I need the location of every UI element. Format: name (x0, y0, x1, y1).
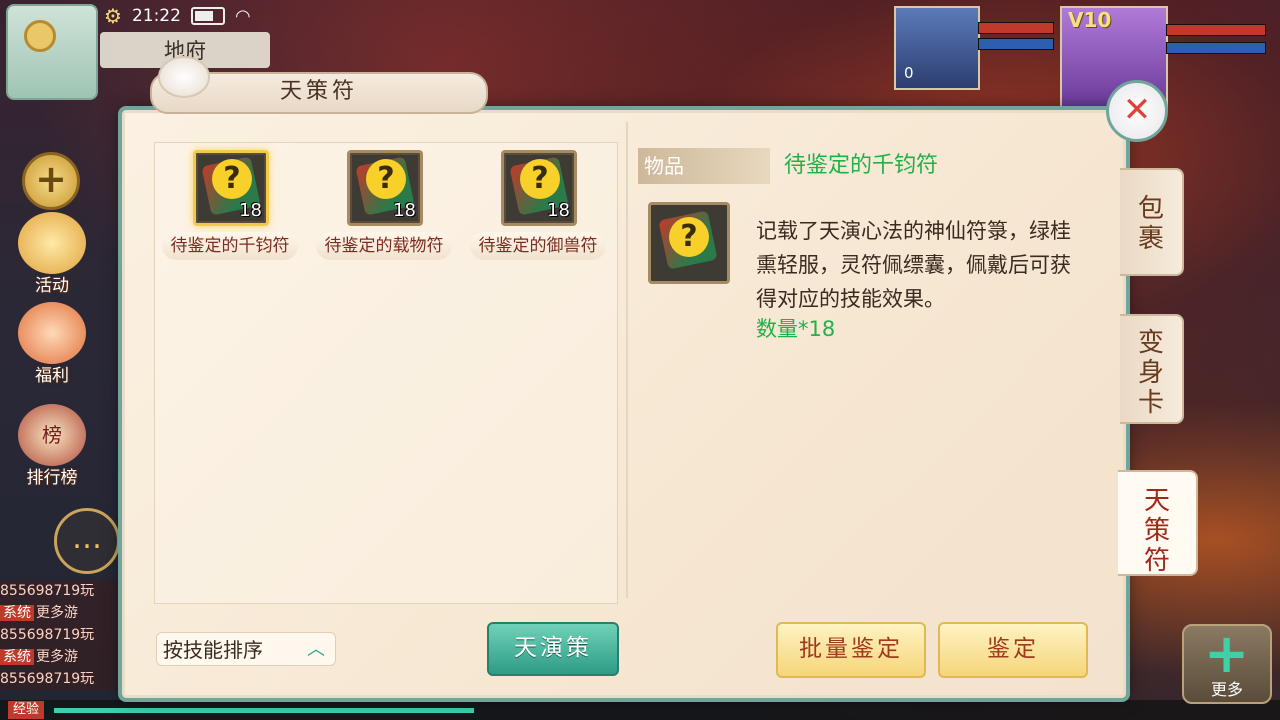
tab-label: 天策符 (1143, 486, 1170, 576)
gold-ingot-icon (18, 212, 86, 274)
compass-icon (24, 20, 56, 52)
question-mark-icon: ? (366, 159, 406, 199)
item-count: 18 (547, 200, 570, 221)
activity-label: 活动 (35, 276, 69, 296)
tianyan-button[interactable]: 天演策 (487, 622, 619, 676)
question-mark-icon: ? (520, 159, 560, 199)
chat-line: 855698719玩 (0, 627, 95, 643)
pet-mp-bar (978, 38, 1054, 50)
tab-transform-card[interactable]: 变身卡 (1120, 314, 1184, 424)
welfare-label: 福利 (35, 366, 69, 386)
exp-fill (54, 708, 474, 713)
tab-talisman[interactable]: 天策符 (1118, 470, 1198, 576)
chat-line: 855698719玩 (0, 583, 95, 599)
activity-button[interactable]: 活动 (10, 212, 94, 296)
lotus-icon (158, 56, 210, 98)
item-slot-zaiwu[interactable]: ? 18 待鉴定的载物符 (314, 144, 454, 274)
map-button[interactable] (6, 4, 98, 100)
tab-label: 包裹 (1137, 194, 1164, 254)
detail-item-name: 待鉴定的千钧符 (784, 153, 939, 178)
battery-icon (190, 7, 225, 25)
item-slot-yushou[interactable]: ? 18 待鉴定的御兽符 (468, 144, 608, 274)
more-button[interactable]: + 更多 (1182, 624, 1272, 704)
item-frame: ? 18 (501, 150, 577, 226)
item-slot-qianjun[interactable]: ? 18 待鉴定的千钧符 (160, 144, 300, 274)
expand-menu-button[interactable]: + (22, 152, 80, 210)
status-bar: ⚙ 21:22 ◠ (104, 4, 251, 28)
clock: 21:22 (131, 6, 181, 26)
ranking-label: 排行榜 (26, 468, 78, 488)
batch-identify-button[interactable]: 批量鉴定 (776, 622, 926, 678)
exp-label: 经验 (8, 701, 45, 719)
exp-bar: 经验 (0, 700, 1280, 720)
pet-hp-bar (978, 22, 1054, 34)
tab-label: 变身卡 (1137, 328, 1164, 418)
detail-quantity: 数量*18 (756, 317, 836, 341)
chat-line: 系统 更多游 (0, 602, 118, 624)
sort-label: 按技能排序 (163, 638, 263, 662)
gift-fox-icon (18, 302, 86, 364)
chat-log[interactable]: 855698719玩 系统 更多游 855698719玩 系统 更多游 855698… (0, 580, 118, 690)
player-hp-bar (1166, 24, 1266, 36)
vip-badge: V10 (1068, 8, 1112, 32)
chat-bubble-icon[interactable]: … (54, 508, 120, 574)
pet-level: 0 (904, 64, 914, 82)
chevron-up-icon: ︿ (307, 639, 325, 660)
detail-description: 记载了天演心法的神仙符箓，绿桂熏轻服，灵符佩缥囊，佩戴后可获得对应的技能效果。 (756, 219, 1071, 311)
plus-icon: + (1204, 622, 1250, 685)
welfare-button[interactable]: 福利 (10, 302, 94, 386)
sort-dropdown[interactable]: 按技能排序 ︿ (156, 632, 336, 666)
detail-item-frame: ? (648, 202, 730, 284)
ranking-board-icon: 榜 (18, 404, 86, 466)
panel-divider (626, 122, 628, 598)
chat-line: 855698719玩 (0, 671, 95, 687)
item-name: 待鉴定的载物符 (316, 232, 452, 260)
item-frame: ? 18 (193, 150, 269, 226)
player-mp-bar (1166, 42, 1266, 54)
question-mark-icon: ? (212, 159, 252, 199)
identify-button[interactable]: 鉴定 (938, 622, 1088, 678)
ranking-button[interactable]: 榜 排行榜 (10, 404, 94, 488)
chat-line: 系统 更多游 (0, 646, 118, 668)
question-mark-icon: ? (669, 217, 709, 257)
item-name: 待鉴定的御兽符 (470, 232, 606, 260)
more-label: 更多 (1210, 680, 1243, 699)
item-count: 18 (393, 200, 416, 221)
item-count: 18 (239, 200, 262, 221)
tab-bag[interactable]: 包裹 (1120, 168, 1184, 276)
gear-icon[interactable]: ⚙ (104, 4, 122, 28)
detail-tag: 物品 (638, 148, 770, 184)
close-button[interactable]: ✕ (1106, 80, 1168, 142)
item-frame: ? 18 (347, 150, 423, 226)
item-name: 待鉴定的千钧符 (162, 232, 298, 260)
wifi-icon: ◠ (234, 5, 251, 27)
